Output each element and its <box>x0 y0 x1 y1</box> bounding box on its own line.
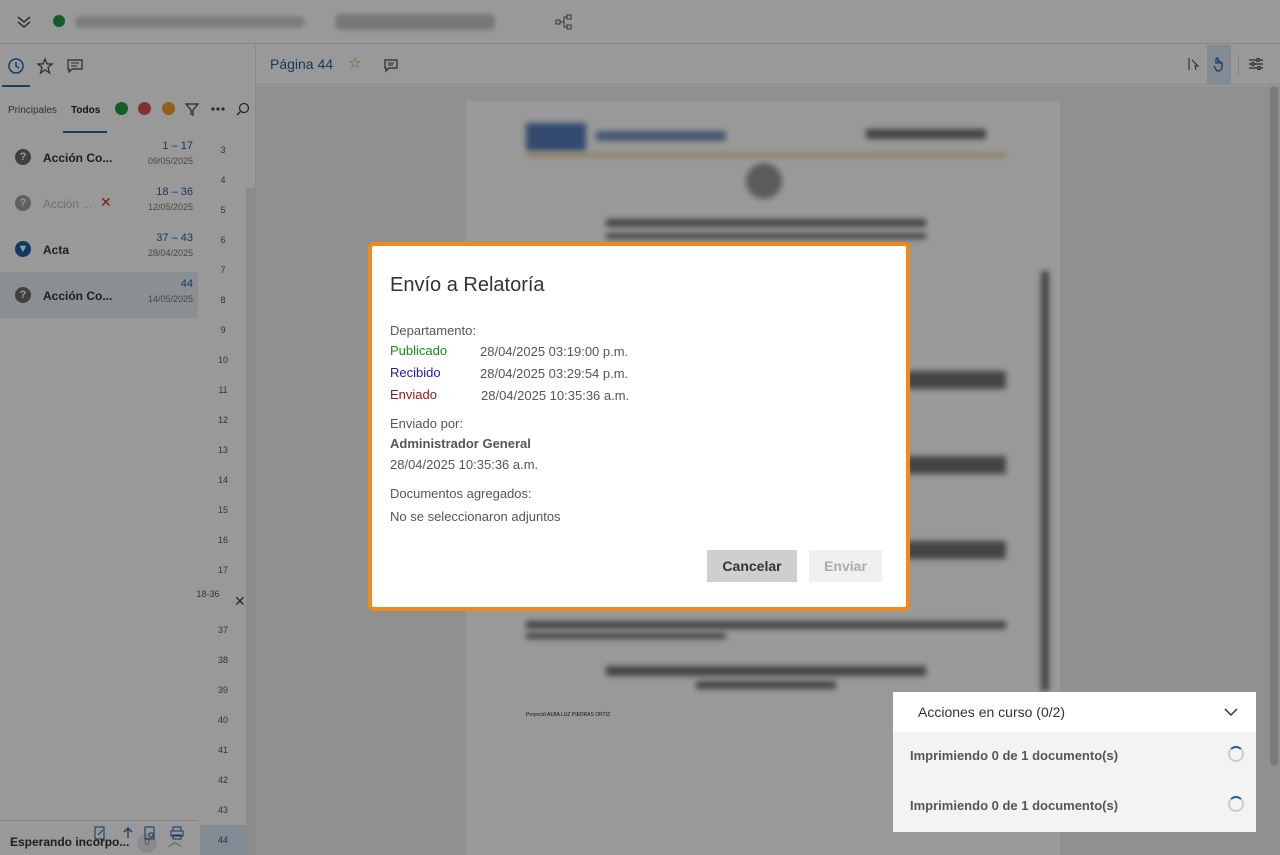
status-received-date: 28/04/2025 03:29:54 p.m. <box>480 366 629 381</box>
status-sent-date: 28/04/2025 10:35:36 a.m. <box>481 388 630 403</box>
attachments-value: No se seleccionaron adjuntos <box>390 509 561 524</box>
chevron-down-icon[interactable] <box>1223 704 1239 720</box>
status-published-date: 28/04/2025 03:19:00 p.m. <box>480 344 629 359</box>
sent-by-date: 28/04/2025 10:35:36 a.m. <box>390 457 539 472</box>
spinner-icon <box>1228 796 1244 812</box>
dialog-title: Envío a Relatoría <box>390 274 545 296</box>
status-sent-label: Enviado <box>390 387 437 402</box>
department-label: Departamento: <box>390 323 476 338</box>
spinner-icon <box>1228 746 1244 762</box>
action-item: Imprimiendo 0 de 1 documento(s) <box>910 798 1119 813</box>
sent-by-label: Enviado por: <box>390 416 463 431</box>
cancel-button[interactable]: Cancelar <box>707 550 797 582</box>
sent-by-name: Administrador General <box>390 436 531 451</box>
status-published-label: Publicado <box>390 343 448 358</box>
status-received-label: Recibido <box>390 365 441 380</box>
send-button[interactable]: Enviar <box>809 550 882 582</box>
actions-panel: Acciones en curso (0/2) Imprimiendo 0 de… <box>893 692 1256 832</box>
actions-panel-title: Acciones en curso (0/2) <box>918 704 1066 720</box>
actions-panel-header[interactable]: Acciones en curso (0/2) <box>893 692 1256 732</box>
send-dialog: Envío a Relatoría Departamento: Publicad… <box>368 242 910 611</box>
action-item: Imprimiendo 0 de 1 documento(s) <box>910 748 1119 763</box>
attachments-label: Documentos agregados: <box>390 486 532 501</box>
